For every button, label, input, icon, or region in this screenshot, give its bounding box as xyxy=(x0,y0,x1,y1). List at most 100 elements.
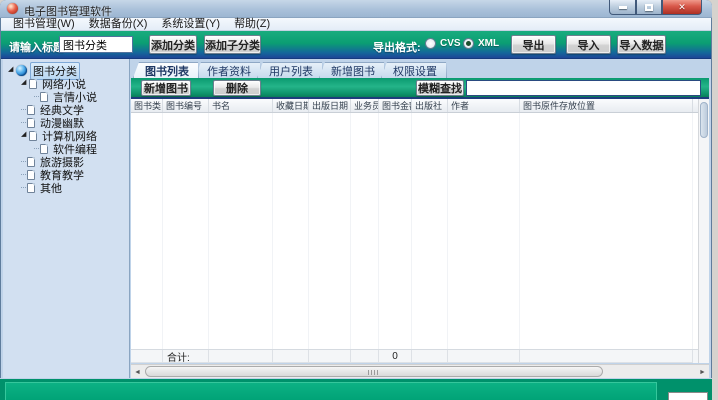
vertical-scrollbar-thumb[interactable] xyxy=(700,102,708,138)
column-stripe xyxy=(209,113,273,349)
summary-cell-8 xyxy=(448,350,520,363)
column-header-业务员[interactable]: 业务员 xyxy=(351,99,379,112)
doc-icon xyxy=(27,170,35,180)
menu-item-0[interactable]: 图书管理(W) xyxy=(6,18,82,31)
column-header-图书类目[interactable]: 图书类目 xyxy=(131,99,163,112)
desktop: 电子图书管理软件 ✕ 图书管理(W)数据备份(X)系统设置(Y)帮助(Z) 请输… xyxy=(0,0,718,400)
tree-expand-icon[interactable]: ◢ xyxy=(8,66,16,74)
vertical-scrollbar[interactable] xyxy=(698,99,709,363)
column-header-出版日期[interactable]: 出版日期 xyxy=(309,99,351,112)
radio-cvs[interactable]: CVS xyxy=(425,38,461,49)
app-window: 电子图书管理软件 ✕ 图书管理(W)数据备份(X)系统设置(Y)帮助(Z) 请输… xyxy=(0,0,712,400)
maximize-icon xyxy=(645,4,653,11)
doc-icon xyxy=(40,144,48,154)
menu-item-2[interactable]: 系统设置(Y) xyxy=(154,18,227,31)
tabstrip: 图书列表作者资料用户列表新增图书权限设置 xyxy=(133,61,709,78)
column-header-出版社[interactable]: 出版社 xyxy=(412,99,448,112)
summary-cell-7 xyxy=(412,350,448,363)
column-stripe xyxy=(379,113,412,349)
tab-新增图书[interactable]: 新增图书 xyxy=(319,62,385,78)
doc-icon xyxy=(29,79,37,89)
column-stripe xyxy=(131,113,163,349)
horizontal-scrollbar-thumb[interactable] xyxy=(145,366,603,377)
footer-inner-panel xyxy=(5,382,657,400)
import-data-button[interactable]: 导入数据 xyxy=(617,35,666,54)
summary-cell-0 xyxy=(131,350,163,363)
column-header-图书原件存放位置[interactable]: 图书原件存放位置 xyxy=(520,99,693,112)
category-tree: ◢图书分类◢网络小说言情小说经典文学动漫幽默◢计算机网络软件编程旅游摄影教育教学… xyxy=(3,59,130,378)
doc-icon xyxy=(27,157,35,167)
import-button[interactable]: 导入 xyxy=(566,35,611,54)
window-controls: ✕ xyxy=(609,0,702,15)
tree-connector xyxy=(21,187,26,188)
doc-icon xyxy=(40,92,48,102)
minimize-button[interactable] xyxy=(609,0,636,15)
title-bar[interactable]: 电子图书管理软件 ✕ xyxy=(0,0,712,18)
doc-icon xyxy=(29,131,37,141)
tree-connector xyxy=(21,161,26,162)
summary-cell-9 xyxy=(520,350,693,363)
menu-item-1[interactable]: 数据备份(X) xyxy=(82,18,155,31)
globe-icon xyxy=(16,65,27,76)
scroll-right-arrow-icon[interactable]: ► xyxy=(696,366,709,378)
tree-connector xyxy=(21,122,26,123)
action-bar: 新增图书 删除 模糊查找 xyxy=(131,78,709,99)
column-stripe xyxy=(520,113,693,349)
tab-作者资料[interactable]: 作者资料 xyxy=(195,62,261,78)
app-icon xyxy=(7,3,18,14)
tab-图书列表[interactable]: 图书列表 xyxy=(133,62,199,78)
summary-cell-4 xyxy=(309,350,351,363)
new-book-button[interactable]: 新增图书 xyxy=(141,80,191,96)
fuzzy-search-button[interactable]: 模糊查找 xyxy=(416,80,464,96)
radio-cvs-label: CVS xyxy=(440,38,461,49)
radio-xml-label: XML xyxy=(478,38,499,49)
title-input[interactable] xyxy=(59,36,133,53)
main-area: ◢图书分类◢网络小说言情小说经典文学动漫幽默◢计算机网络软件编程旅游摄影教育教学… xyxy=(1,59,711,378)
doc-icon xyxy=(27,183,35,193)
summary-cell-1: 合计: xyxy=(163,350,209,363)
tree-expand-icon[interactable]: ◢ xyxy=(21,131,29,139)
scroll-left-arrow-icon[interactable]: ◄ xyxy=(131,366,144,378)
column-stripe xyxy=(448,113,520,349)
tree-connector xyxy=(21,174,26,175)
fuzzy-search-input[interactable] xyxy=(466,80,701,96)
add-category-button[interactable]: 添加分类 xyxy=(149,35,197,54)
column-header-图书编号[interactable]: 图书编号 xyxy=(163,99,209,112)
close-button[interactable]: ✕ xyxy=(662,0,702,15)
doc-icon xyxy=(27,118,35,128)
minimize-icon xyxy=(619,6,627,9)
summary-cell-2 xyxy=(209,350,273,363)
tree-item-其他[interactable]: 其他 xyxy=(3,181,129,194)
table-body xyxy=(131,113,698,349)
radio-xml[interactable]: XML xyxy=(463,38,499,49)
delete-button[interactable]: 删除 xyxy=(213,80,261,96)
close-icon: ✕ xyxy=(678,2,686,13)
export-button[interactable]: 导出 xyxy=(511,35,556,54)
summary-cell-5 xyxy=(351,350,379,363)
doc-icon xyxy=(27,105,35,115)
tab-用户列表[interactable]: 用户列表 xyxy=(257,62,323,78)
column-header-作者[interactable]: 作者 xyxy=(448,99,520,112)
maximize-button[interactable] xyxy=(636,0,662,15)
horizontal-scrollbar[interactable]: ◄ ► xyxy=(131,364,709,378)
table-header: 图书类目图书编号书名收藏日期出版日期业务员图书金额出版社作者图书原件存放位置 xyxy=(131,99,698,113)
column-header-收藏日期[interactable]: 收藏日期 xyxy=(273,99,309,112)
add-subcategory-button[interactable]: 添加子分类 xyxy=(204,35,261,54)
footer-panel xyxy=(0,378,712,400)
column-header-图书金额[interactable]: 图书金额 xyxy=(379,99,412,112)
radio-cvs-circle xyxy=(425,38,436,49)
column-stripe xyxy=(412,113,448,349)
column-stripe xyxy=(273,113,309,349)
radio-xml-circle xyxy=(463,38,474,49)
column-header-书名[interactable]: 书名 xyxy=(209,99,273,112)
menubar: 图书管理(W)数据备份(X)系统设置(Y)帮助(Z) xyxy=(1,18,711,31)
footer-white-box xyxy=(668,392,708,400)
menu-item-3[interactable]: 帮助(Z) xyxy=(227,18,277,31)
toolbar: 请输入标题: 添加分类 添加子分类 导出格式: CVS XML 导出 导入 导入… xyxy=(1,31,711,59)
table-summary-row: 合计:0 xyxy=(131,349,698,363)
tree-connector xyxy=(34,96,39,97)
tree-item-教育教学[interactable]: 教育教学 xyxy=(3,168,129,181)
tree-expand-icon[interactable]: ◢ xyxy=(21,79,29,87)
column-stripe xyxy=(309,113,351,349)
tab-权限设置[interactable]: 权限设置 xyxy=(381,62,447,78)
